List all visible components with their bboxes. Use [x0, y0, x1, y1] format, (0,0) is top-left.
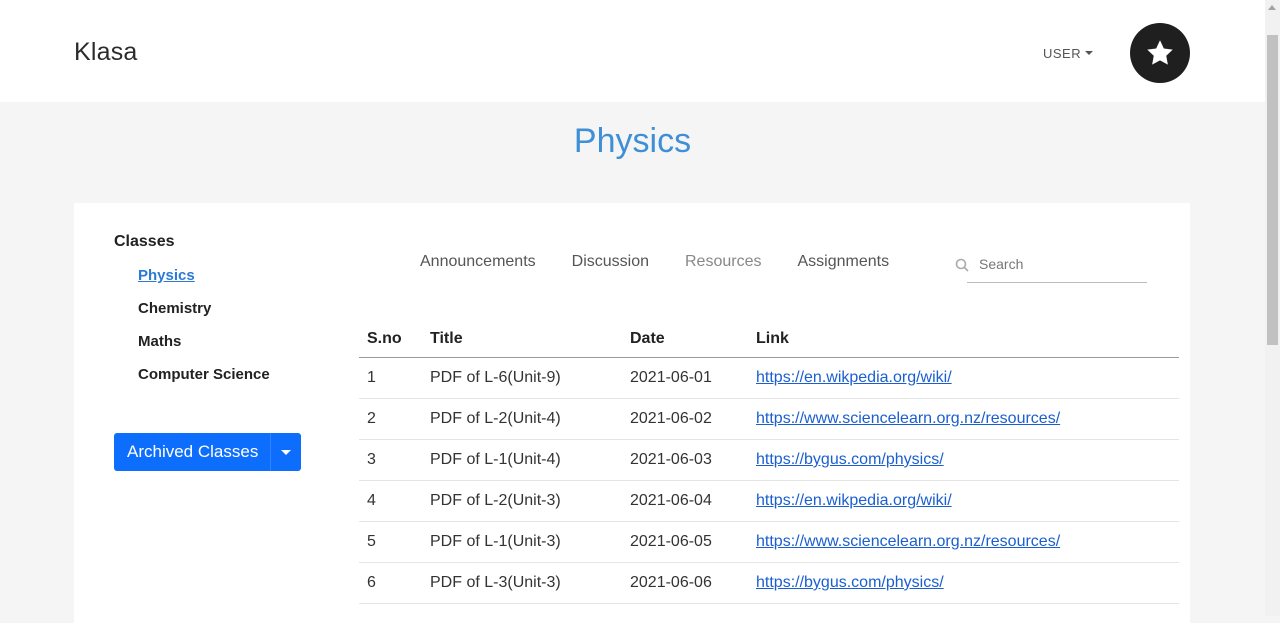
cell-link: https://www.sciencelearn.org.nz/resource… — [748, 521, 1179, 563]
table-row: 5 PDF of L-1(Unit-3) 2021-06-05 https://… — [359, 521, 1179, 563]
table-header-row: S.no Title Date Link — [359, 321, 1179, 358]
cell-date: 2021-06-04 — [622, 480, 748, 522]
chevron-down-icon — [281, 449, 291, 455]
chevron-down-icon — [1085, 50, 1094, 55]
cell-link: https://bygus.com/physics/ — [748, 439, 1179, 481]
cell-date: 2021-06-06 — [622, 562, 748, 604]
star-icon — [1147, 40, 1173, 65]
tab-announcements[interactable]: Announcements — [420, 253, 536, 271]
column-header-sno: S.no — [359, 321, 422, 358]
class-content-card: Classes Physics Chemistry Maths Computer… — [74, 203, 1190, 623]
tab-assignments[interactable]: Assignments — [797, 253, 889, 271]
cell-title: PDF of L-6(Unit-9) — [422, 357, 622, 399]
cell-link: https://en.wikpedia.org/wiki/ — [748, 357, 1179, 399]
user-menu-dropdown[interactable]: USER — [1043, 46, 1094, 61]
cell-title: PDF of L-2(Unit-3) — [422, 480, 622, 522]
classes-heading: Classes — [114, 233, 175, 250]
page-scrollbar[interactable] — [1265, 0, 1280, 616]
cell-sno: 6 — [359, 562, 422, 604]
brand-logo-text[interactable]: Klasa — [74, 38, 138, 67]
class-item-computer-science[interactable]: Computer Science — [138, 366, 270, 399]
table-row: 3 PDF of L-1(Unit-4) 2021-06-03 https://… — [359, 439, 1179, 481]
cell-sno: 5 — [359, 521, 422, 563]
table-row: 6 PDF of L-3(Unit-3) 2021-06-06 https://… — [359, 562, 1179, 604]
column-header-link: Link — [748, 321, 1179, 358]
archived-classes-label: Archived Classes — [127, 442, 259, 461]
cell-sno: 1 — [359, 357, 422, 399]
cell-date: 2021-06-05 — [622, 521, 748, 563]
cell-title: PDF of L-3(Unit-3) — [422, 562, 622, 604]
search-input[interactable] — [977, 253, 1146, 275]
archived-classes-toggle[interactable] — [270, 433, 301, 471]
class-item-physics[interactable]: Physics — [138, 267, 270, 300]
cell-date: 2021-06-01 — [622, 357, 748, 399]
cell-sno: 2 — [359, 398, 422, 440]
class-item-chemistry[interactable]: Chemistry — [138, 300, 270, 333]
column-header-date: Date — [622, 321, 748, 358]
cell-title: PDF of L-2(Unit-4) — [422, 398, 622, 440]
cell-title: PDF of L-1(Unit-4) — [422, 439, 622, 481]
tab-resources[interactable]: Resources — [685, 253, 761, 271]
column-header-title: Title — [422, 321, 622, 358]
class-list: Physics Chemistry Maths Computer Science — [138, 267, 270, 399]
resource-link[interactable]: https://en.wikpedia.org/wiki/ — [756, 492, 952, 509]
cell-link: https://bygus.com/physics/ — [748, 562, 1179, 604]
resource-link[interactable]: https://www.sciencelearn.org.nz/resource… — [756, 533, 1060, 550]
resource-link[interactable]: https://bygus.com/physics/ — [756, 574, 944, 591]
class-item-maths[interactable]: Maths — [138, 333, 270, 366]
table-row: 4 PDF of L-2(Unit-3) 2021-06-04 https://… — [359, 480, 1179, 522]
top-navbar: Klasa USER — [0, 0, 1265, 102]
cell-link: https://www.sciencelearn.org.nz/resource… — [748, 398, 1179, 440]
cell-title: PDF of L-1(Unit-3) — [422, 521, 622, 563]
search-box — [955, 248, 1147, 283]
user-menu-label: USER — [1043, 46, 1082, 61]
resources-table: S.no Title Date Link 1 PDF of L-6(Unit-9… — [359, 321, 1179, 604]
search-icon — [955, 258, 969, 272]
table-row: 1 PDF of L-6(Unit-9) 2021-06-01 https://… — [359, 357, 1179, 399]
cell-sno: 4 — [359, 480, 422, 522]
table-row: 2 PDF of L-2(Unit-4) 2021-06-02 https://… — [359, 398, 1179, 440]
scrollbar-thumb[interactable] — [1267, 35, 1278, 345]
cell-link: https://en.wikpedia.org/wiki/ — [748, 480, 1179, 522]
cell-date: 2021-06-02 — [622, 398, 748, 440]
resource-link[interactable]: https://bygus.com/physics/ — [756, 451, 944, 468]
class-tabs: Announcements Discussion Resources Assig… — [420, 253, 925, 271]
cell-sno: 3 — [359, 439, 422, 481]
resource-link[interactable]: https://en.wikpedia.org/wiki/ — [756, 369, 952, 386]
page-title: Physics — [573, 122, 692, 160]
cell-date: 2021-06-03 — [622, 439, 748, 481]
archived-classes-button[interactable]: Archived Classes — [114, 433, 301, 471]
favorite-button[interactable] — [1130, 23, 1190, 83]
tab-discussion[interactable]: Discussion — [572, 253, 649, 271]
scroll-up-icon[interactable] — [1268, 5, 1276, 10]
resource-link[interactable]: https://www.sciencelearn.org.nz/resource… — [756, 410, 1060, 427]
